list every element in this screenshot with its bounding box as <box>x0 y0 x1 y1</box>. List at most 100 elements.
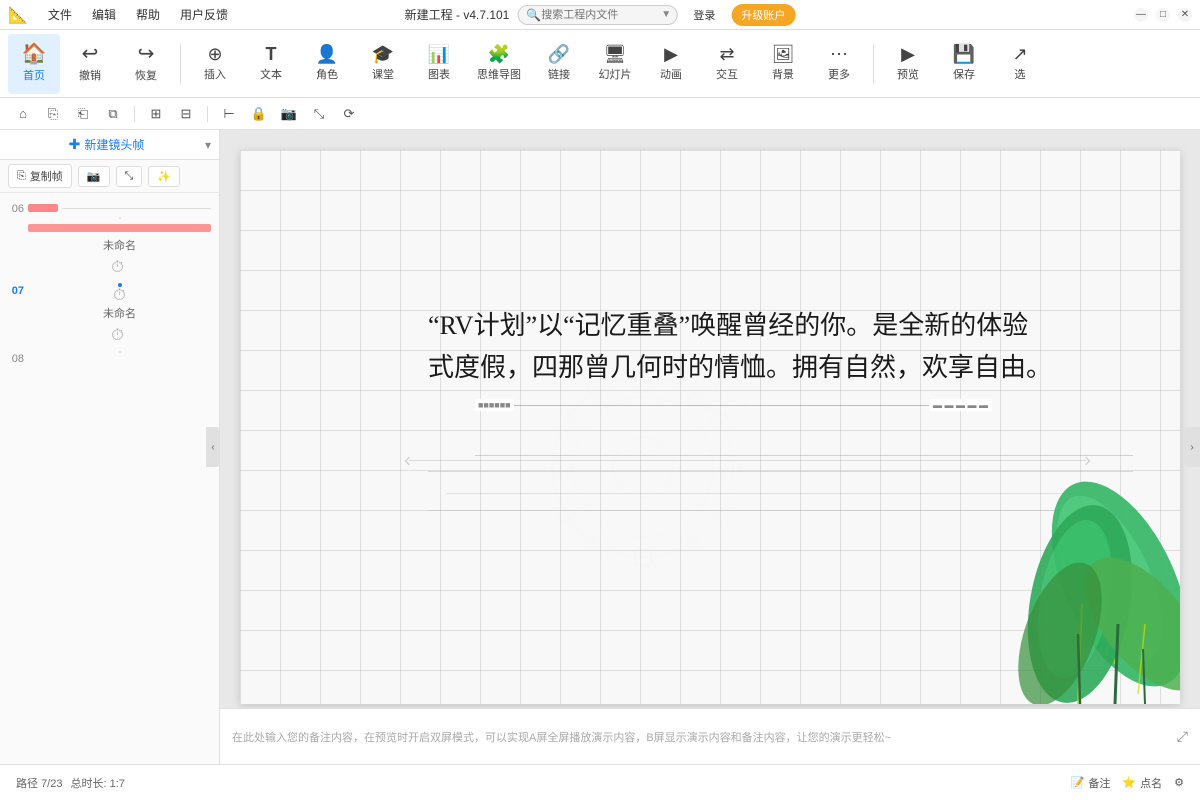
character-icon: 👤 <box>316 45 338 63</box>
left-panel-collapse-button[interactable]: ‹ <box>206 427 220 467</box>
upgrade-button[interactable]: 升级账户 <box>731 4 795 26</box>
tool-link[interactable]: 🔗 链接 <box>533 34 585 94</box>
slide-num-06: 06 <box>8 203 24 215</box>
toolbar-divider-1 <box>180 44 181 84</box>
menu-help[interactable]: 帮助 <box>132 4 164 25</box>
tool-class[interactable]: 🎓 课堂 <box>357 34 409 94</box>
slide-item-07[interactable]: 07 "RV计划"以"记忆重叠" 唤醒曾经的你。是全新的体 验式度假，回那曾几何… <box>0 279 219 325</box>
tool-redo[interactable]: ↪ 恢复 <box>120 34 172 94</box>
sub-btn-zoomin[interactable]: ⊞ <box>145 103 167 125</box>
preview-label: 预览 <box>897 66 919 82</box>
save-label: 保存 <box>953 66 975 82</box>
tool-preview[interactable]: ▶ 预览 <box>882 34 934 94</box>
sub-sep-1 <box>134 106 135 122</box>
tool-home[interactable]: 🏠 首页 <box>8 34 60 94</box>
tool-interact[interactable]: ⇄ 交互 <box>701 34 753 94</box>
app-title: 新建工程 - v4.7.101 <box>405 6 510 23</box>
maximize-button[interactable]: □ <box>1156 8 1170 22</box>
note-button[interactable]: 📝 备注 <box>1071 775 1111 791</box>
tool-save[interactable]: 💾 保存 <box>938 34 990 94</box>
tool-more[interactable]: ⋯ 更多 <box>813 34 865 94</box>
note-label: 备注 <box>1088 775 1110 791</box>
star-button[interactable]: ⭐ 点名 <box>1122 775 1162 791</box>
tool-background[interactable]: 🖼 背景 <box>757 34 809 94</box>
slide-canvas[interactable]: “RV计划”以“记忆重叠”唤醒曾经的你。是全新的体验 式度假，四那曾几何时的情恤… <box>240 150 1180 704</box>
more-label: 更多 <box>828 66 850 82</box>
magic-button[interactable]: ✨ <box>148 166 180 187</box>
slide-num-08: 08 <box>8 353 24 365</box>
slide-list: 06 每年之前，忘记过力量！ 这里是一些示例文字内容，展示幻灯片预览效果 <box>0 193 219 764</box>
class-icon: 🎓 <box>372 45 394 63</box>
notes-expand-icon[interactable]: ⤢ <box>1177 728 1188 745</box>
copy-frame-button[interactable]: ⎘ 复制帧 <box>8 164 72 188</box>
gear-decoration <box>503 327 783 610</box>
tool-slides[interactable]: 🖥 幻灯片 <box>589 34 641 94</box>
slide-item-08[interactable]: 08 Part __________ __________ __________ <box>0 347 219 369</box>
panel-collapse-icon[interactable]: ▾ <box>205 138 211 152</box>
menu-bar: 文件 编辑 帮助 用户反馈 <box>44 4 232 25</box>
menu-edit[interactable]: 编辑 <box>88 4 120 25</box>
capture-button[interactable]: 📷 <box>78 166 110 187</box>
star-icon: ⭐ <box>1122 776 1136 789</box>
select-label: 选 <box>1015 66 1026 82</box>
menu-feedback[interactable]: 用户反馈 <box>176 4 232 25</box>
redo-label: 恢复 <box>135 67 157 83</box>
fit-button[interactable]: ⤡ <box>116 166 143 187</box>
text-label: 文本 <box>260 66 282 82</box>
search-dropdown-icon[interactable]: ▼ <box>661 9 671 20</box>
sub-btn-duplicate[interactable]: ⧉ <box>102 103 124 125</box>
panel-btn-row: ⎘ 复制帧 📷 ⤡ ✨ <box>0 160 219 193</box>
main-layout: ✚ 新建镜头帧 ▾ ⎘ 复制帧 📷 ⤡ ✨ 06 <box>0 130 1200 764</box>
status-bar: 路径 7/23 总时长: 1:7 📝 备注 ⭐ 点名 ⚙ <box>0 764 1200 800</box>
login-button[interactable]: 登录 <box>685 5 723 25</box>
slide-item-06[interactable]: 06 每年之前，忘记过力量！ 这里是一些示例文字内容，展示幻灯片预览效果 <box>0 197 219 257</box>
new-frame-button[interactable]: ✚ 新建镜头帧 <box>8 136 205 153</box>
tool-character[interactable]: 👤 角色 <box>301 34 353 94</box>
interact-icon: ⇄ <box>719 45 734 63</box>
close-button[interactable]: ✕ <box>1178 8 1192 22</box>
note-icon: 📝 <box>1071 776 1085 789</box>
tool-mindmap[interactable]: 🧩 思维导图 <box>469 34 529 94</box>
search-box[interactable]: 🔍 ▼ <box>517 5 677 25</box>
slide-thumb-08[interactable]: Part __________ __________ __________ <box>119 351 121 353</box>
sub-btn-zoomout[interactable]: ⊟ <box>175 103 197 125</box>
notes-placeholder[interactable]: 在此处输入您的备注内容，在预览时开启双屏模式，可以实现A屏全屏播放演示内容，B屏… <box>232 729 1169 745</box>
search-icon: 🔍 <box>526 8 541 22</box>
tool-insert[interactable]: ⊕ 插入 <box>189 34 241 94</box>
app-icon: 📐 <box>8 5 28 25</box>
sub-btn-screenshot[interactable]: 📷 <box>278 103 300 125</box>
tool-select[interactable]: ↗ 选 <box>994 34 1046 94</box>
sub-btn-copy[interactable]: ⎘ <box>42 103 64 125</box>
settings-icon: ⚙ <box>1174 776 1184 789</box>
minimize-button[interactable]: — <box>1134 8 1148 22</box>
copy-frame-icon: ⎘ <box>17 170 26 183</box>
tool-undo[interactable]: ↩ 撤销 <box>64 34 116 94</box>
sub-btn-rotate[interactable]: ⟳ <box>338 103 360 125</box>
chart-label: 图表 <box>428 66 450 82</box>
background-label: 背景 <box>772 66 794 82</box>
slide-06-bottom-bar <box>28 224 211 232</box>
insert-icon: ⊕ <box>207 45 222 63</box>
sub-btn-expand[interactable]: ⤡ <box>308 103 330 125</box>
search-input[interactable] <box>541 9 661 21</box>
tool-text[interactable]: T 文本 <box>245 34 297 94</box>
tool-animation[interactable]: ▶ 动画 <box>645 34 697 94</box>
undo-label: 撤销 <box>79 67 101 83</box>
sub-sep-2 <box>207 106 208 122</box>
tool-chart[interactable]: 📊 图表 <box>413 34 465 94</box>
right-panel-collapse-button[interactable]: › <box>1184 427 1200 467</box>
sub-btn-lock[interactable]: 🔒 <box>248 103 270 125</box>
canvas-wrapper[interactable]: “RV计划”以“记忆重叠”唤醒曾经的你。是全新的体验 式度假，四那曾几何时的情恤… <box>240 150 1180 704</box>
menu-file[interactable]: 文件 <box>44 4 76 25</box>
sub-btn-paste[interactable]: ⎗ <box>72 103 94 125</box>
slide-thumb-07[interactable]: "RV计划"以"记忆重叠" 唤醒曾经的你。是全新的体 验式度假，回那曾几何时的 … <box>118 283 122 287</box>
canvas-area: “RV计划”以“记忆重叠”唤醒曾经的你。是全新的体验 式度假，四那曾几何时的情恤… <box>220 130 1200 764</box>
sub-btn-align[interactable]: ⊢ <box>218 103 240 125</box>
settings-button[interactable]: ⚙ <box>1174 776 1184 789</box>
fit-icon: ⤡ <box>125 170 134 183</box>
insert-label: 插入 <box>204 66 226 82</box>
sub-btn-home[interactable]: ⌂ <box>12 103 34 125</box>
slide-thumb-06[interactable]: 每年之前，忘记过力量！ 这里是一些示例文字内容，展示幻灯片预览效果 <box>119 217 121 219</box>
select-icon: ↗ <box>1012 45 1027 63</box>
slide-07-spacer: ⏱ <box>0 325 219 347</box>
